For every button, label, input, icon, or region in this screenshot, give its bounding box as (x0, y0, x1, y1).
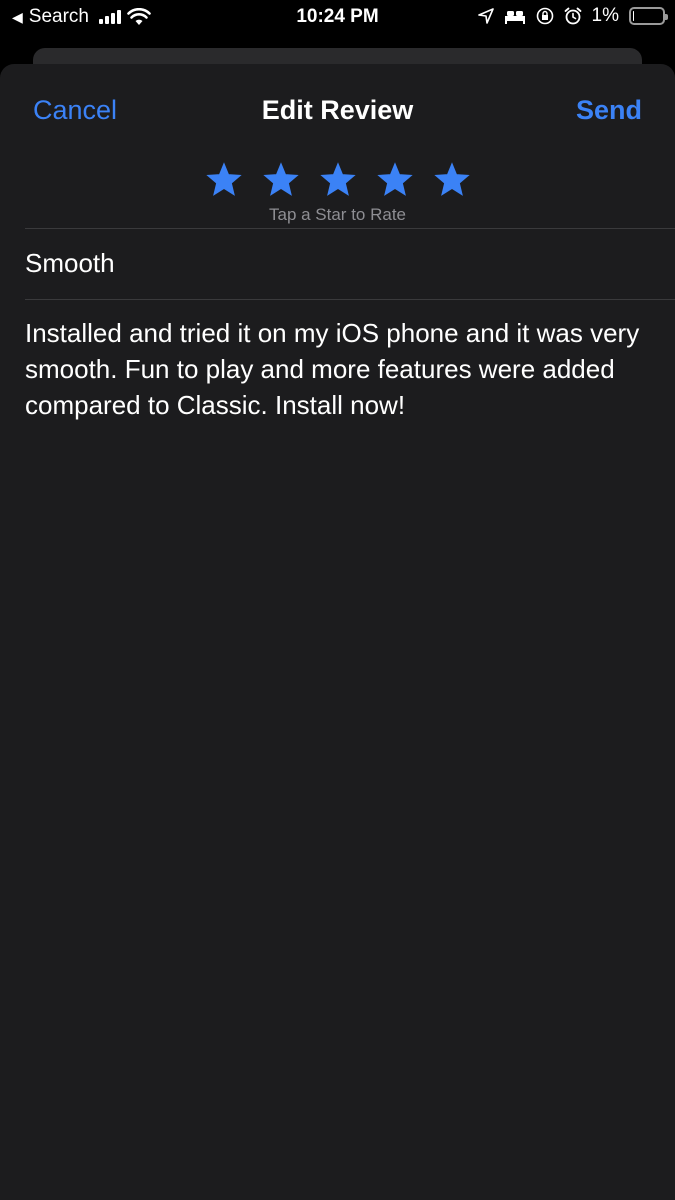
star-3-icon[interactable] (319, 162, 356, 198)
battery-percent: 1% (591, 5, 619, 26)
send-button[interactable]: Send (576, 95, 642, 126)
edit-review-sheet: Cancel Edit Review Send Tap a Star to Ra… (0, 64, 675, 1200)
review-body-field[interactable]: Installed and tried it on my iOS phone a… (25, 315, 655, 423)
cancel-button[interactable]: Cancel (33, 95, 117, 126)
review-title-field[interactable]: Smooth (25, 248, 115, 279)
orientation-lock-icon (536, 7, 553, 25)
status-bar: ◀ Search 10:24 PM 1% (0, 0, 675, 36)
star-1-icon[interactable] (205, 162, 242, 198)
divider (25, 299, 675, 300)
star-rating (0, 162, 675, 198)
star-5-icon[interactable] (433, 162, 470, 198)
star-2-icon[interactable] (262, 162, 299, 198)
rating-hint: Tap a Star to Rate (268, 205, 407, 224)
divider (25, 228, 675, 229)
location-arrow-icon (477, 8, 494, 24)
nav-bar: Cancel Edit Review Send (0, 64, 675, 160)
bed-icon (504, 11, 525, 24)
battery-fill (633, 11, 634, 21)
alarm-icon (564, 7, 581, 25)
battery-icon (629, 7, 668, 25)
star-4-icon[interactable] (376, 162, 413, 198)
